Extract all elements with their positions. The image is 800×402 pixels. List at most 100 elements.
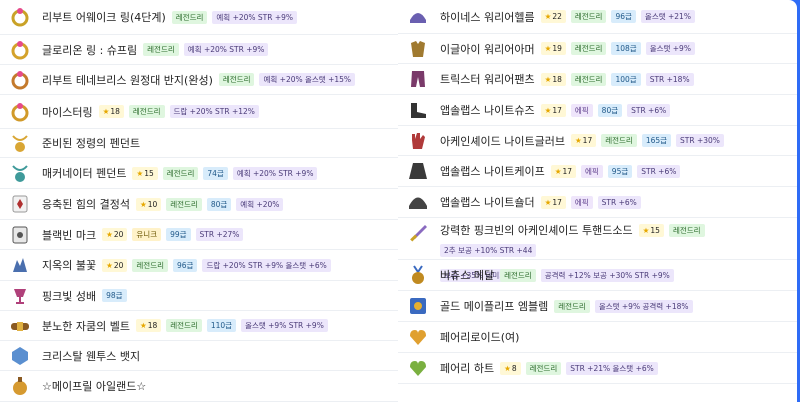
grade-badge: 레전드리	[554, 299, 590, 313]
equipment-details: 하이네스 워리어헬름 22 레전드리 96급 올스탯 +21%	[440, 9, 700, 25]
ring-icon	[8, 100, 32, 124]
level-badge: 80급	[597, 103, 623, 117]
ring-icon	[8, 5, 32, 29]
equipment-details: 페어리로이드(여)	[440, 329, 525, 345]
item-name: 앱솔랩스 나이트숄더	[440, 196, 535, 209]
item-name: 리부트 어웨이크 링(4단계)	[42, 11, 166, 24]
equipment-row[interactable]: 강력한 핑크빈의 아케인셰이드 투핸드소드 15 레전드리 2추 보공 +10% ST…	[398, 218, 797, 282]
grade-badge: 에픽	[570, 195, 593, 209]
equipment-row[interactable]: 트릭스터 워리어팬츠 18 레전드리 100급 STR +18%	[398, 64, 797, 95]
potential-badge: 드랍 +20% STR +12%	[169, 105, 259, 118]
item-name: 지옥의 불꽃	[42, 259, 97, 272]
grade-badge: 레전드리	[166, 319, 202, 332]
equipment-row[interactable]: 글로리온 링 : 슈프림 레전드리 예획 +20% STR +9%	[0, 35, 398, 65]
grade-badge: 레전드리	[525, 361, 562, 375]
equipment-details: 아케인셰이드 나이트글러브 17 레전드리 165급 STR +30%	[440, 133, 729, 149]
potential-badge: STR +6%	[637, 164, 681, 178]
item-name: ☆메이프릴 아일랜드☆	[42, 380, 147, 393]
emblem-icon	[406, 294, 430, 318]
heart-icon	[406, 356, 430, 380]
potential-badge: STR +21% 올스탯 +6%	[566, 361, 658, 375]
potion-icon	[8, 374, 32, 398]
equipment-details: 크리스탈 웬투스 뱃지	[42, 348, 146, 364]
ring-icon	[8, 68, 32, 92]
grade-badge: 레전드리	[171, 10, 208, 24]
star-force-badge: 20	[102, 228, 128, 241]
grade-badge: 레전드리	[143, 43, 179, 56]
equipment-row[interactable]: 매커네이터 펜던트 15 레전드리 74급 예획 +20% STR +9%	[0, 158, 398, 189]
equipment-details: 골드 메이플리프 엠블렘 레전드리 올스탯 +9% 공격력 +18%	[440, 298, 698, 314]
equipment-row[interactable]: 하이네스 워리어헬름 22 레전드리 96급 올스탯 +21%	[398, 0, 797, 34]
equipment-row[interactable]: 분노한 자쿰의 벨트 18 레전드리 110급 올스탯 +9% STR +9%	[0, 311, 398, 341]
mark-icon	[8, 223, 32, 247]
equipment-details: 리부트 어웨이크 링(4단계) 레전드리 예획 +20% STR +9%	[42, 9, 302, 25]
equipment-row[interactable]: 블랙빈 마크 20 유니크 99급 STR +27%	[0, 220, 398, 250]
equipment-row[interactable]: ☆메이프릴 아일랜드☆	[0, 371, 398, 402]
equipment-details: 글로리온 링 : 슈프림 레전드리 예획 +20% STR +9%	[42, 42, 273, 58]
potential-badge: 올스탯 +21%	[640, 10, 695, 23]
medal-icon	[406, 263, 430, 287]
equipment-row[interactable]: 핑크빛 성배 98급	[0, 281, 398, 311]
star-force-badge: 19	[540, 42, 566, 55]
equipment-row[interactable]: 지옥의 불꽃 20 레전드리 96급 드랍 +20% STR +9% 올스탯 +6%	[0, 250, 398, 281]
level-badge: 108급	[611, 42, 641, 55]
grade-badge: 레전드리	[128, 105, 165, 118]
potential-badge: 예획 +20% 올스탯 +15%	[259, 73, 356, 86]
potential-badge: 올스탯 +9%	[645, 42, 695, 55]
item-name: 이글아이 워리어아머	[440, 42, 535, 56]
star-force-badge: 15	[132, 166, 158, 180]
equipment-row[interactable]: 앱솔랩스 나이트케이프 17 에픽 95급 STR +6%	[398, 156, 797, 187]
item-name: 아케인셰이드 나이트글러브	[440, 134, 565, 148]
item-name: 골드 메이플리프 엠블렘	[440, 300, 549, 313]
equipment-row[interactable]: 리부트 어웨이크 링(4단계) 레전드리 예획 +20% STR +9%	[0, 0, 398, 35]
star-force-badge: 8	[500, 361, 521, 375]
equipment-details: 버츄스 메달 레전드리 공격력 +12% 보공 +30% STR +9%	[440, 267, 679, 283]
equipment-row[interactable]: 아케인셰이드 나이트글러브 17 레전드리 165급 STR +30%	[398, 126, 797, 156]
level-badge: 110급	[206, 319, 237, 332]
equipment-details: 분노한 자쿰의 벨트 18 레전드리 110급 올스탯 +9% STR +9%	[42, 318, 333, 334]
potential-badge: 예획 +20%	[236, 197, 284, 211]
potential-badge: STR +30%	[676, 134, 724, 147]
equipment-row[interactable]: 리부트 테네브리스 원정대 반지(완성) 레전드리 예획 +20% 올스탯 +15%	[0, 65, 398, 95]
item-name: 매커네이터 펜던트	[42, 167, 127, 180]
equipment-details: 지옥의 불꽃 20 레전드리 96급 드랍 +20% STR +9% 올스탯 +6%	[42, 257, 336, 273]
cape-icon	[406, 159, 430, 183]
item-name: 강력한 핑크빈의 아케인셰이드 투핸드소드	[440, 224, 633, 237]
sword-icon	[406, 222, 430, 246]
item-name: 하이네스 워리어헬름	[440, 10, 535, 24]
equipment-details: 트릭스터 워리어팬츠 18 레전드리 100급 STR +18%	[440, 71, 699, 87]
equipment-row[interactable]: 이글아이 워리어아머 19 레전드리 108급 올스탯 +9%	[398, 34, 797, 64]
equipment-row[interactable]: 골드 메이플리프 엠블렘 레전드리 올스탯 +9% 공격력 +18%	[398, 291, 797, 322]
item-name: 리부트 테네브리스 원정대 반지(완성)	[42, 73, 213, 87]
item-name: 크리스탈 웬투스 뱃지	[42, 349, 141, 363]
flame-icon	[8, 253, 32, 277]
star-force-badge: 20	[102, 258, 128, 272]
equipment-details: 준비된 정령의 펜던트	[42, 135, 146, 151]
shoes-icon	[406, 98, 430, 122]
equipment-row[interactable]: 크리스탈 웬투스 뱃지	[0, 341, 398, 371]
equipment-details: 매커네이터 펜던트 15 레전드리 74급 예획 +20% STR +9%	[42, 165, 322, 181]
equipment-row[interactable]: 응축된 힘의 결정석 10 레전드리 80급 예획 +20%	[0, 189, 398, 220]
star-force-badge: 17	[540, 103, 566, 117]
equipment-row[interactable]: 페어리 하트 8 레전드리 STR +21% 올스탯 +6%	[398, 353, 797, 384]
item-name: 마이스터링	[42, 105, 93, 119]
potential-badge: 올스탯 +9% STR +9%	[241, 319, 328, 332]
potential-badge: STR +6%	[627, 103, 671, 117]
grade-badge: 레전드리	[570, 72, 607, 86]
equipment-row[interactable]: 페어리로이드(여)	[398, 322, 797, 353]
chalice-icon	[8, 284, 32, 308]
grade-badge: 레전드리	[132, 258, 168, 272]
level-badge: 95급	[607, 164, 633, 178]
potential-badge: 드랍 +20% STR +9% 올스탯 +6%	[202, 258, 331, 272]
equipment-row[interactable]: 준비된 정령의 펜던트	[0, 129, 398, 158]
star-force-badge: 17	[540, 195, 566, 209]
equipment-row[interactable]: 앱솔랩스 나이트숄더 17 에픽 STR +6%	[398, 187, 797, 218]
equipment-row[interactable]: 마이스터링 18 레전드리 드랍 +20% STR +12%	[0, 95, 398, 129]
equipment-details: 블랙빈 마크 20 유니크 99급 STR +27%	[42, 227, 248, 243]
potential-badge: 2추 보공 +10% STR +44	[440, 244, 537, 257]
grade-badge: 에픽	[580, 164, 603, 178]
equipment-details: 페어리 하트 8 레전드리 STR +21% 올스탯 +6%	[440, 360, 663, 376]
equipment-row[interactable]: 앱솔랩스 나이트슈즈 17 에픽 80급 STR +6%	[398, 95, 797, 126]
belt-icon	[8, 314, 32, 338]
ring-icon	[8, 38, 32, 62]
